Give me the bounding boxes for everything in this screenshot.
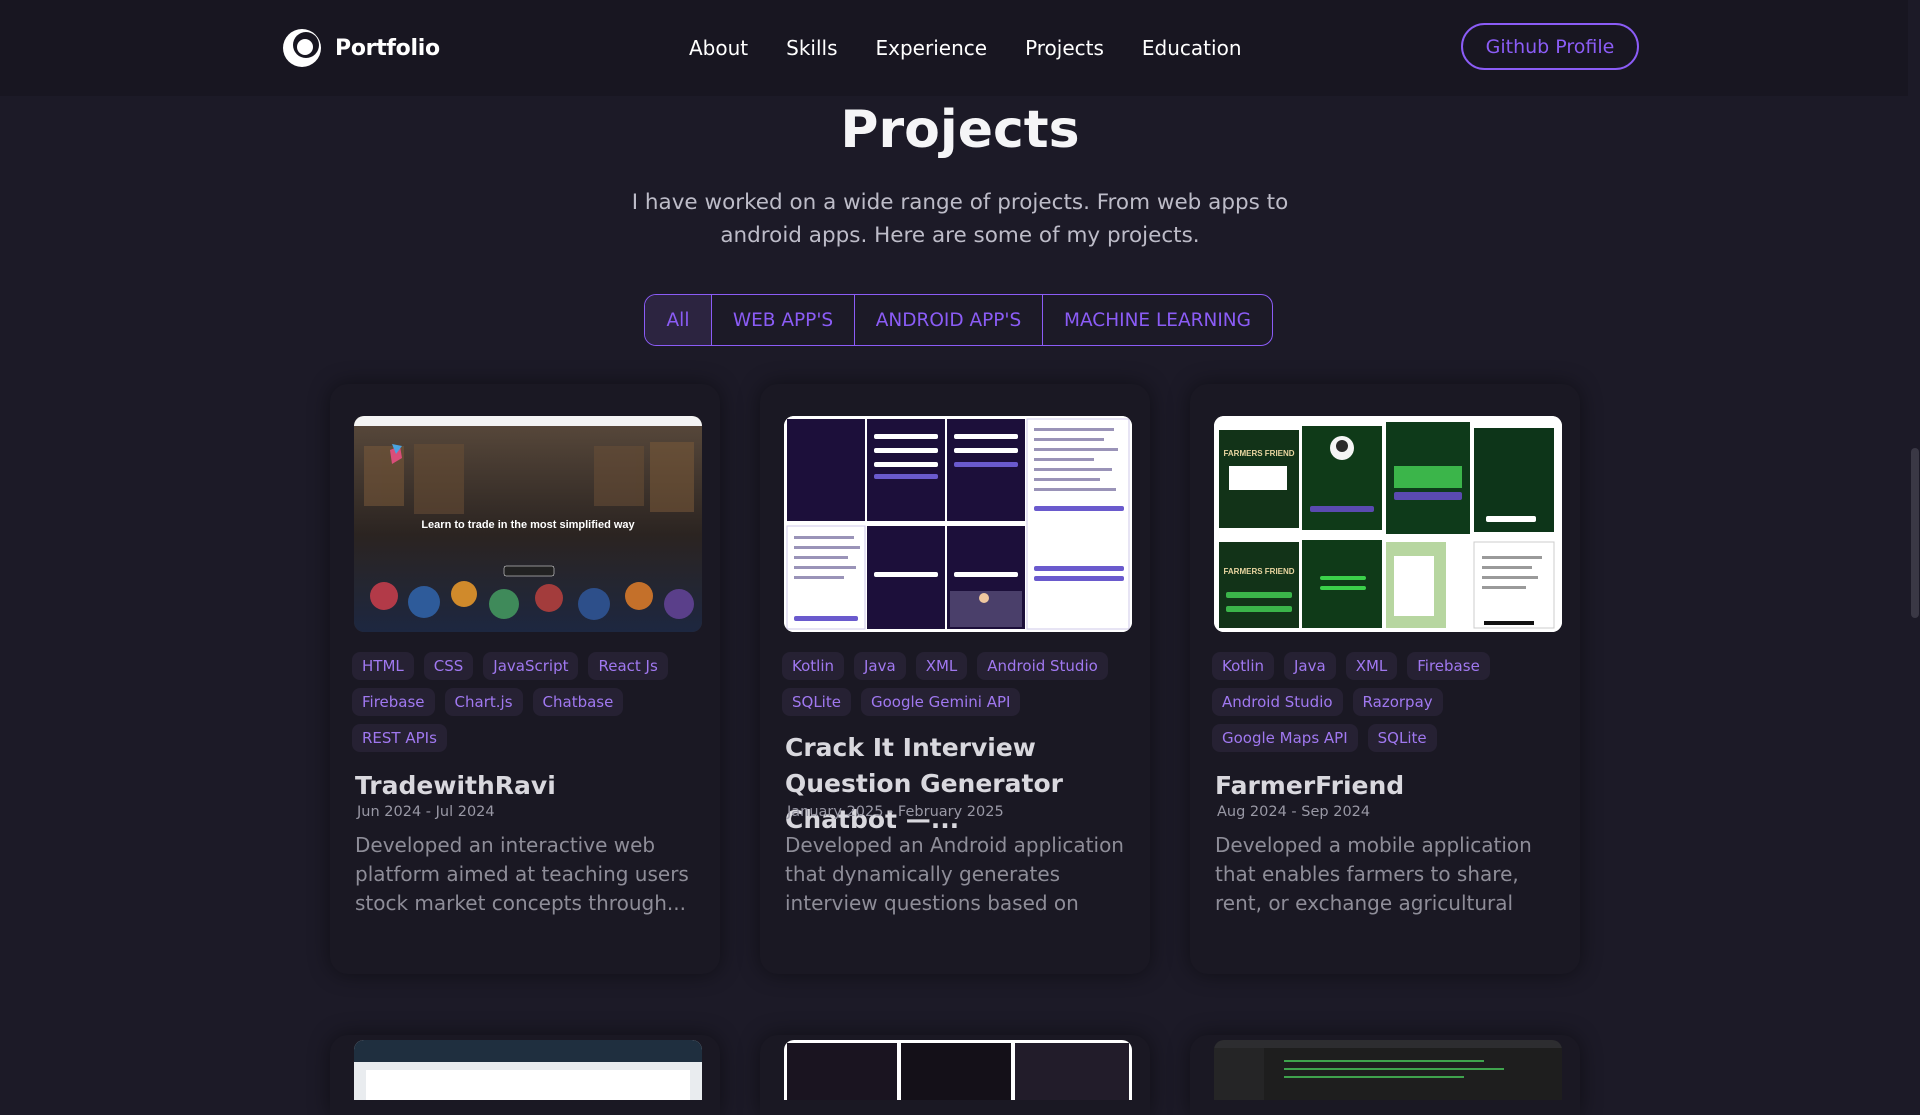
tech-tags: Kotlin Java XML Android Studio SQLite Go…	[782, 652, 1132, 716]
project-title: FarmerFriend	[1215, 771, 1405, 800]
project-screenshot	[784, 416, 1132, 632]
tag: Kotlin	[782, 652, 844, 680]
tag: SQLite	[1367, 724, 1437, 752]
main-nav: About Skills Experience Projects Educati…	[689, 36, 1242, 60]
project-screenshot	[1214, 1040, 1562, 1100]
tag: SQLite	[782, 688, 851, 716]
project-card[interactable]	[760, 1035, 1150, 1115]
project-screenshot-headline: Learn to trade in the most simplified wa…	[421, 519, 635, 531]
section-subtitle: I have worked on a wide range of project…	[631, 190, 1289, 248]
project-screenshot	[354, 1040, 702, 1100]
project-description: Developed a mobile application that enab…	[1215, 833, 1532, 915]
tag: Chart.js	[444, 688, 523, 716]
project-screenshot: FARMERS FRIEND FARMERS FRIEND	[1214, 416, 1562, 632]
project-card[interactable]	[330, 1035, 720, 1115]
project-card[interactable]	[1190, 1035, 1580, 1115]
tag: REST APIs	[352, 724, 447, 752]
tag: Google Maps API	[1212, 724, 1358, 752]
project-filter-tabs: All WEB APP'S ANDROID APP'S MACHINE LEAR…	[644, 294, 1273, 346]
tag: Java	[854, 652, 906, 680]
project-card-crack-it[interactable]: Kotlin Java XML Android Studio SQLite Go…	[760, 384, 1150, 974]
tag: Chatbase	[532, 688, 624, 716]
section-title: Projects	[840, 100, 1080, 160]
scrollbar-thumb[interactable]	[1911, 448, 1919, 618]
tag: JavaScript	[483, 652, 579, 680]
project-title: TradewithRavi	[355, 771, 556, 800]
nav-skills[interactable]: Skills	[786, 36, 837, 60]
project-title: Crack It Interview Question Generator Ch…	[785, 733, 1063, 834]
tag: Firebase	[352, 688, 435, 716]
logo[interactable]: Portfolio	[281, 26, 440, 70]
tech-tags: HTML CSS JavaScript React Js Firebase Ch…	[352, 652, 702, 752]
logo-icon	[283, 29, 321, 67]
tag: XML	[1345, 652, 1398, 680]
tag: XML	[915, 652, 968, 680]
nav-experience[interactable]: Experience	[876, 36, 988, 60]
filter-tab-android-apps[interactable]: ANDROID APP'S	[855, 295, 1043, 345]
tag: Firebase	[1407, 652, 1490, 680]
project-date: Jun 2024 - Jul 2024	[357, 804, 495, 820]
tag: Google Gemini API	[860, 688, 1021, 716]
project-description: Developed an Android application that dy…	[785, 833, 1124, 915]
tag: CSS	[423, 652, 474, 680]
logo-text: Portfolio	[335, 35, 440, 61]
project-screenshot-headline: FARMERS FRIEND	[1223, 449, 1294, 458]
project-description: Developed an interactive web platform ai…	[355, 833, 689, 915]
page-scrollbar[interactable]	[1908, 0, 1920, 1080]
project-date: January 2025 - February 2025	[787, 804, 1004, 820]
tag: Android Studio	[977, 652, 1108, 680]
project-screenshot	[784, 1040, 1132, 1100]
project-screenshot-headline: FARMERS FRIEND	[1223, 567, 1294, 576]
nav-about[interactable]: About	[689, 36, 748, 60]
tag: React Js	[588, 652, 668, 680]
filter-tab-web-apps[interactable]: WEB APP'S	[712, 295, 855, 345]
filter-tab-machine-learning[interactable]: MACHINE LEARNING	[1043, 295, 1272, 345]
project-card-tradewithravi[interactable]: Learn to trade in the most simplified wa…	[330, 384, 720, 974]
project-screenshot: Learn to trade in the most simplified wa…	[354, 416, 702, 632]
tag: Kotlin	[1212, 652, 1274, 680]
tech-tags: Kotlin Java XML Firebase Android Studio …	[1212, 652, 1562, 752]
nav-projects[interactable]: Projects	[1025, 36, 1104, 60]
filter-tab-all[interactable]: All	[645, 295, 712, 345]
github-profile-button[interactable]: Github Profile	[1461, 23, 1639, 70]
top-nav-bar: Portfolio About Skills Experience Projec…	[0, 0, 1920, 96]
project-card-farmerfriend[interactable]: FARMERS FRIEND FARMERS FRIEND Kotlin Jav…	[1190, 384, 1580, 974]
nav-education[interactable]: Education	[1142, 36, 1242, 60]
tag: Android Studio	[1212, 688, 1343, 716]
tag: HTML	[352, 652, 414, 680]
project-date: Aug 2024 - Sep 2024	[1217, 804, 1371, 820]
tag: Razorpay	[1352, 688, 1443, 716]
tag: Java	[1284, 652, 1336, 680]
